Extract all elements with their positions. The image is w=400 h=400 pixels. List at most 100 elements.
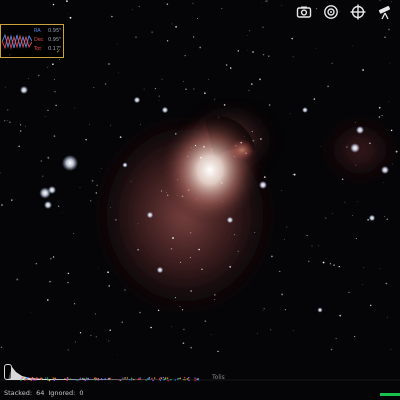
star (46, 66, 48, 68)
star (254, 232, 256, 233)
star (171, 326, 173, 328)
star (18, 145, 20, 148)
telescope-icon[interactable] (375, 2, 394, 21)
star (52, 256, 55, 258)
star (259, 181, 267, 189)
histogram-channel-speck (104, 378, 106, 380)
histogram-channel-speck (77, 379, 79, 381)
star (192, 2, 194, 4)
star (390, 129, 393, 132)
star (252, 139, 255, 142)
star (234, 234, 236, 236)
star (110, 207, 111, 209)
star (183, 328, 185, 331)
star (158, 95, 160, 97)
crosshair-icon[interactable] (348, 2, 367, 21)
histogram-channel-speck (52, 377, 54, 379)
histogram-channel-speck (174, 379, 176, 381)
star (229, 266, 232, 268)
histogram-channel-speck (126, 377, 128, 379)
star (198, 248, 200, 251)
star (44, 116, 46, 117)
star (93, 86, 95, 88)
histogram-channel-speck (184, 379, 186, 381)
star (98, 267, 100, 269)
star (235, 145, 237, 147)
toolbar (294, 2, 394, 21)
target-icon[interactable] (321, 2, 340, 21)
star (194, 144, 197, 147)
star (315, 48, 317, 49)
histogram-channel-speck (25, 377, 27, 379)
star (327, 85, 330, 88)
guiding-panel[interactable]: RA 0.95" Dec 0.95" Tot 0.17" ✓ (0, 24, 64, 58)
histogram-channel-speck (194, 379, 196, 381)
star (166, 40, 169, 42)
star (67, 349, 69, 351)
star (252, 51, 254, 53)
exposure-progress-bar (380, 393, 400, 396)
star (197, 18, 199, 19)
star (139, 311, 141, 314)
star (150, 326, 152, 329)
star (47, 156, 50, 159)
star (388, 28, 390, 31)
star (172, 237, 174, 239)
star (267, 0, 269, 2)
star (222, 200, 223, 202)
histogram-channel-speck (122, 377, 124, 379)
histogram-channel-speck (97, 379, 99, 381)
star (19, 124, 21, 126)
histogram-channel-speck (108, 378, 110, 380)
star (176, 194, 178, 196)
histogram-channel-speck (26, 378, 28, 381)
star (183, 81, 185, 83)
histogram-channel-speck (94, 379, 97, 381)
star (111, 15, 113, 18)
star (395, 150, 398, 153)
histogram-channel-speck (159, 378, 161, 380)
star (108, 285, 111, 287)
star (260, 138, 262, 140)
histogram[interactable] (0, 363, 400, 385)
star (249, 30, 251, 32)
histogram-channel-speck (162, 377, 164, 379)
star (90, 200, 92, 202)
star (7, 120, 9, 122)
star (121, 321, 123, 323)
star (225, 64, 228, 66)
histogram-channel-speck (152, 379, 154, 382)
star (174, 297, 177, 299)
star (229, 67, 232, 69)
stacked-count: 64 (36, 389, 45, 397)
star (7, 109, 9, 111)
star (187, 189, 190, 191)
star (161, 106, 169, 114)
histogram-black-point-handle[interactable] (4, 364, 12, 380)
histogram-channel-speck (131, 377, 133, 379)
star (116, 43, 118, 45)
camera-icon[interactable] (294, 2, 313, 21)
guiding-row-dec: Dec 0.95" (34, 36, 61, 45)
star (332, 213, 333, 214)
star (210, 149, 212, 151)
star (352, 215, 353, 217)
star (262, 26, 264, 28)
star (247, 34, 249, 36)
star (338, 265, 340, 268)
star (292, 174, 294, 176)
histogram-channel-speck (129, 379, 131, 381)
star (48, 186, 56, 194)
star (140, 123, 142, 125)
histogram-channel-speck (165, 378, 167, 380)
star (52, 63, 54, 65)
star (74, 107, 75, 109)
star (355, 164, 357, 166)
histogram-channel-speck (148, 377, 150, 379)
histogram-channel-speck (188, 377, 190, 379)
star (193, 36, 195, 38)
star (381, 114, 383, 116)
star (101, 167, 102, 169)
star (61, 212, 63, 213)
star (362, 69, 364, 71)
